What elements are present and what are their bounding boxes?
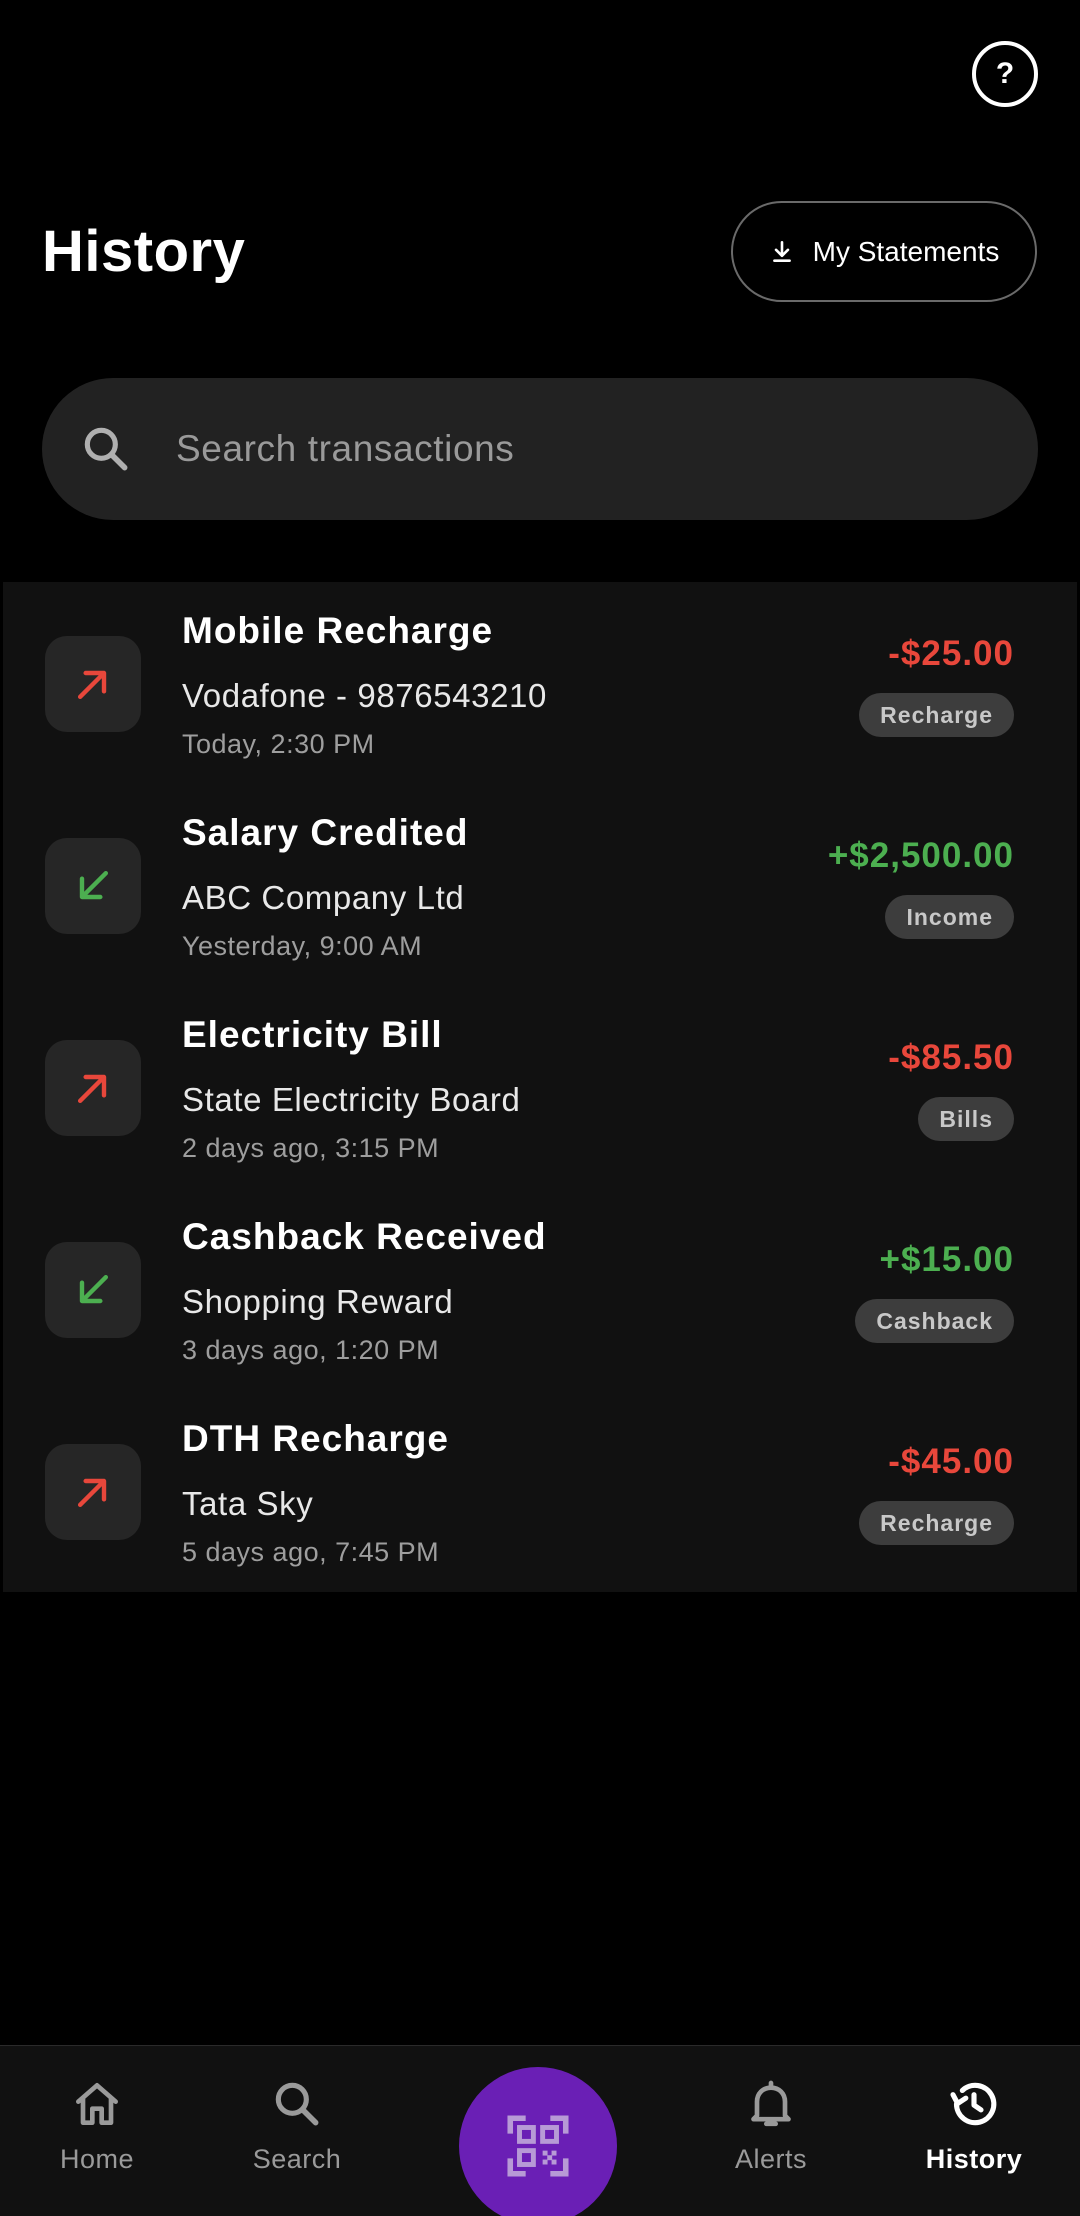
home-icon <box>76 2083 118 2125</box>
transaction-subtitle: ABC Company Ltd <box>182 879 465 916</box>
transaction-title: Salary Credited <box>182 812 469 853</box>
transaction-item[interactable]: Electricity Bill State Electricity Board… <box>3 986 1077 1188</box>
transaction-time: Today, 2:30 PM <box>182 729 375 759</box>
transaction-item[interactable]: Cashback Received Shopping Reward 3 days… <box>3 1188 1077 1390</box>
transaction-time: Yesterday, 9:00 AM <box>182 931 423 961</box>
history-icon <box>950 2082 997 2126</box>
transaction-amount: -$85.50 <box>888 1038 1014 1077</box>
transaction-amount: +$15.00 <box>879 1240 1014 1279</box>
transaction-amount: +$2,500.00 <box>827 836 1014 875</box>
transaction-amount: -$45.00 <box>888 1442 1014 1481</box>
arrow-up-right-icon <box>45 636 141 732</box>
arrow-up-right-icon <box>45 1040 141 1136</box>
search-input[interactable] <box>176 428 1038 470</box>
transaction-title: DTH Recharge <box>182 1418 449 1459</box>
qr-code-icon <box>507 2115 569 2177</box>
arrow-up-right-icon <box>45 1444 141 1540</box>
transaction-item[interactable]: DTH Recharge Tata Sky 5 days ago, 7:45 P… <box>3 1390 1077 1592</box>
category-badge: Recharge <box>859 693 1014 737</box>
transaction-subtitle: State Electricity Board <box>182 1081 521 1118</box>
arrow-down-left-icon <box>45 1242 141 1338</box>
nav-item-search[interactable]: Search <box>217 2076 377 2196</box>
transaction-time: 5 days ago, 7:45 PM <box>182 1537 440 1567</box>
nav-label-alerts: Alerts <box>734 2144 808 2174</box>
page-title: History <box>42 219 246 284</box>
transaction-subtitle: Vodafone - 9876543210 <box>182 677 547 714</box>
my-statements-label: My Statements <box>812 235 1000 267</box>
help-button[interactable]: ? <box>972 41 1038 107</box>
category-badge: Income <box>885 895 1014 939</box>
nav-label-history: History <box>925 2144 1023 2174</box>
search-bar[interactable] <box>42 378 1038 520</box>
transaction-item[interactable]: Salary Credited ABC Company Ltd Yesterda… <box>3 784 1077 986</box>
transaction-title: Cashback Received <box>182 1216 547 1257</box>
transaction-list: Mobile Recharge Vodafone - 9876543210 To… <box>3 582 1077 1592</box>
nav-item-alerts[interactable]: Alerts <box>691 2076 851 2196</box>
transaction-time: 3 days ago, 1:20 PM <box>182 1335 440 1365</box>
transaction-title: Electricity Bill <box>182 1014 443 1055</box>
scan-qr-button[interactable] <box>459 2067 617 2216</box>
my-statements-button[interactable]: My Statements <box>731 201 1037 302</box>
transaction-item[interactable]: Mobile Recharge Vodafone - 9876543210 To… <box>3 582 1077 784</box>
arrow-down-left-icon <box>45 838 141 934</box>
category-badge: Recharge <box>859 1501 1014 1545</box>
transaction-time: 2 days ago, 3:15 PM <box>182 1133 440 1163</box>
bell-icon <box>751 2080 791 2127</box>
category-badge: Bills <box>918 1097 1014 1141</box>
category-badge: Cashback <box>855 1299 1014 1343</box>
nav-label-search: Search <box>252 2144 342 2174</box>
history-screen: ? History My Statements Mobile Recharge … <box>0 0 1080 2216</box>
transaction-subtitle: Tata Sky <box>182 1485 314 1522</box>
transaction-title: Mobile Recharge <box>182 610 494 651</box>
search-icon <box>84 427 128 471</box>
download-icon <box>772 240 791 262</box>
search-icon <box>275 2082 319 2126</box>
nav-label-home: Home <box>59 2144 135 2174</box>
nav-item-home[interactable]: Home <box>17 2076 177 2196</box>
nav-item-history[interactable]: History <box>894 2076 1054 2196</box>
transaction-subtitle: Shopping Reward <box>182 1283 454 1320</box>
transaction-amount: -$25.00 <box>888 634 1014 673</box>
